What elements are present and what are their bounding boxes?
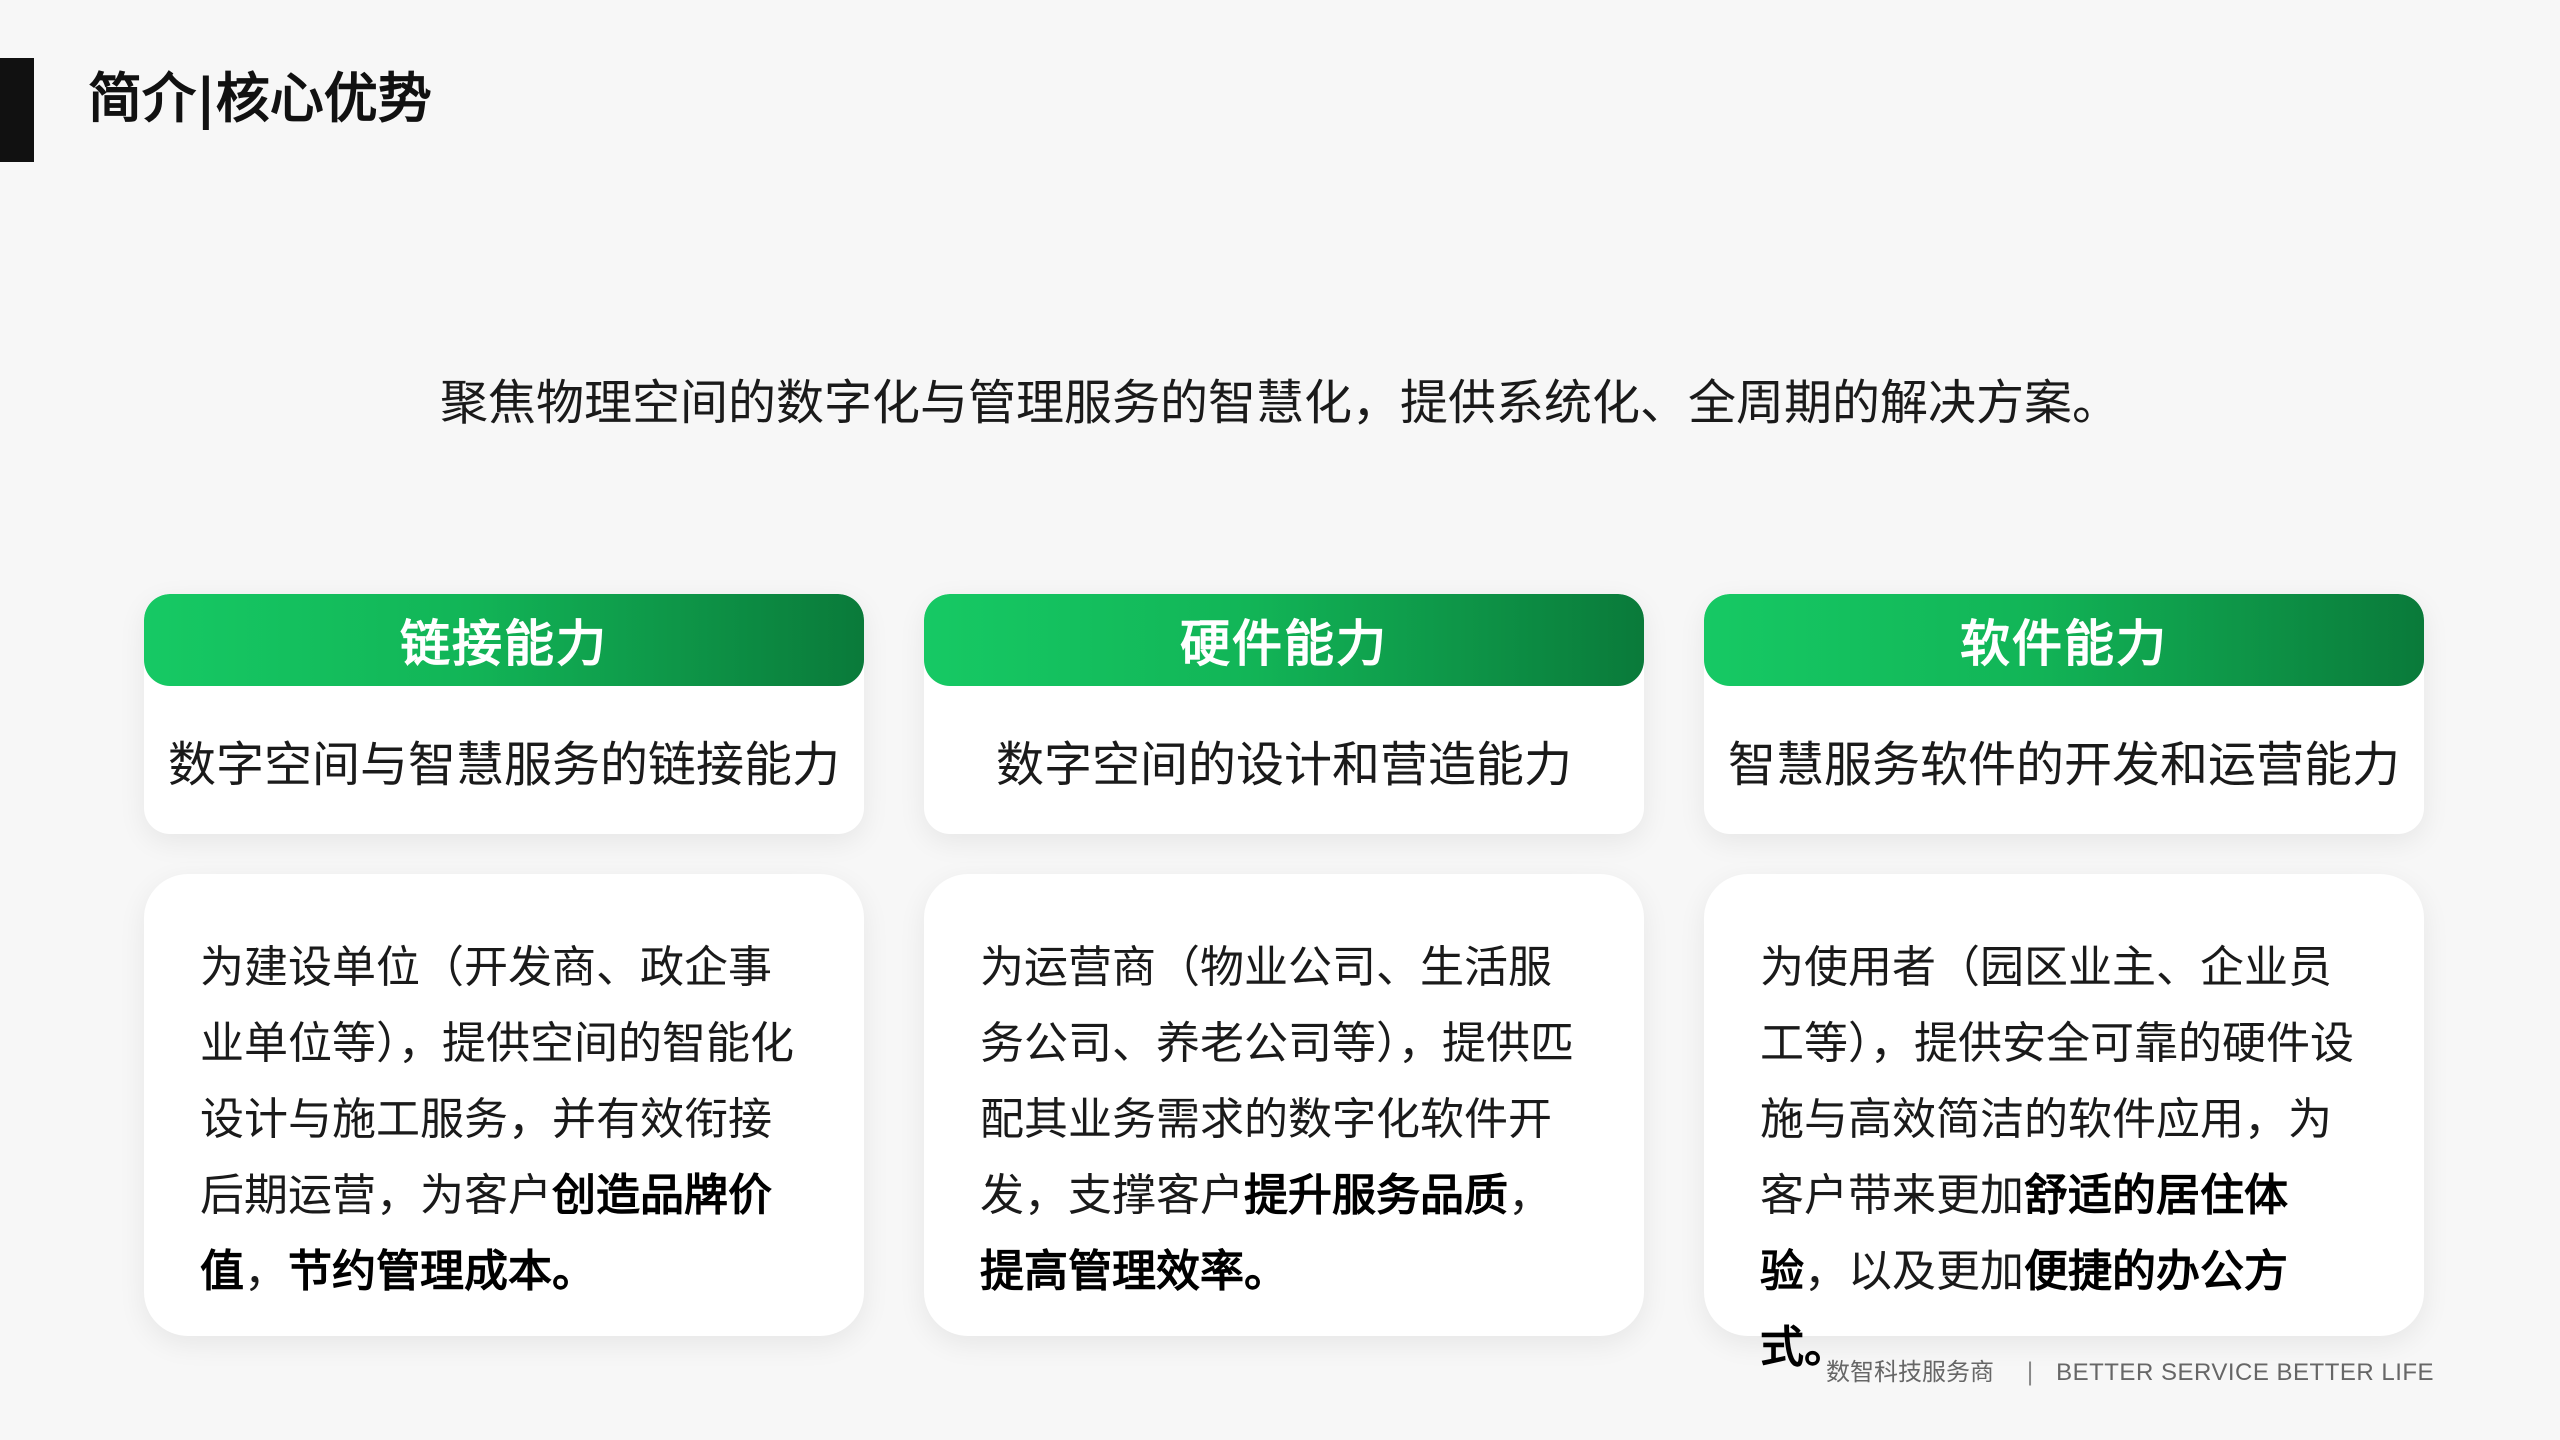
footer-slogan: BETTER SERVICE BETTER LIFE <box>2056 1359 2435 1386</box>
detail-highlight: 提高管理效率 <box>980 1246 1244 1297</box>
page-subtitle: 聚焦物理空间的数字化与管理服务的智慧化，提供系统化、全周期的解决方案。 <box>439 375 2120 431</box>
capability-column-link: 链接能力 数字空间与智慧服务的链接能力 为建设单位（开发商、政企事业单位等），提… <box>144 594 864 1336</box>
title-accent-bar <box>0 58 34 162</box>
capability-title: 链接能力 <box>400 615 608 673</box>
capability-title: 软件能力 <box>1960 615 2168 673</box>
capability-column-software: 软件能力 智慧服务软件的开发和运营能力 为使用者（园区业主、企业员工等），提供安… <box>1704 594 2424 1373</box>
detail-connector: ， <box>244 1246 288 1297</box>
detail-text: 为建设单位（开发商、政企事业单位等），提供空间的智能化设计与施工服务，并有效衔接… <box>200 930 810 1310</box>
footer-company: 数智科技服务商 <box>1826 1358 1994 1386</box>
page-title: 简介|核心优势 <box>88 67 432 130</box>
capability-header: 链接能力 <box>144 594 864 686</box>
detail-card: 为使用者（园区业主、企业员工等），提供安全可靠的硬件设施与高效简洁的软件应用，为… <box>1704 874 2424 1373</box>
detail-connector: ，以及更加 <box>1804 1246 2024 1297</box>
capability-column-hardware: 硬件能力 数字空间的设计和营造能力 为运营商（物业公司、生活服务公司、养老公司等… <box>924 594 1644 1336</box>
capability-header: 硬件能力 <box>924 594 1644 686</box>
detail-text: 为运营商（物业公司、生活服务公司、养老公司等），提供匹配其业务需求的数字化软件开… <box>980 930 1590 1310</box>
capability-description: 数字空间与智慧服务的链接能力 <box>167 737 840 793</box>
capability-description: 智慧服务软件的开发和运营能力 <box>1727 737 2400 793</box>
detail-end: 。 <box>1244 1246 1288 1297</box>
detail-end: 。 <box>552 1246 596 1297</box>
footer: 数智科技服务商 | BETTER SERVICE BETTER LIFE <box>1826 1352 2434 1392</box>
capability-card: 链接能力 数字空间与智慧服务的链接能力 <box>144 594 864 834</box>
capability-card: 硬件能力 数字空间的设计和营造能力 <box>924 594 1644 834</box>
detail-highlight: 提升服务品质 <box>1244 1170 1508 1221</box>
capability-title: 硬件能力 <box>1180 615 1388 673</box>
footer-separator: | <box>2026 1358 2035 1386</box>
detail-highlight: 节约管理成本 <box>288 1246 552 1297</box>
detail-card: 为建设单位（开发商、政企事业单位等），提供空间的智能化设计与施工服务，并有效衔接… <box>144 874 864 1336</box>
detail-connector: ， <box>1508 1170 1552 1221</box>
capability-description: 数字空间的设计和营造能力 <box>995 737 1572 793</box>
capability-header: 软件能力 <box>1704 594 2424 686</box>
detail-text: 为使用者（园区业主、企业员工等），提供安全可靠的硬件设施与高效简洁的软件应用，为… <box>1760 930 2370 1386</box>
detail-card: 为运营商（物业公司、生活服务公司、养老公司等），提供匹配其业务需求的数字化软件开… <box>924 874 1644 1336</box>
capability-card: 软件能力 智慧服务软件的开发和运营能力 <box>1704 594 2424 834</box>
